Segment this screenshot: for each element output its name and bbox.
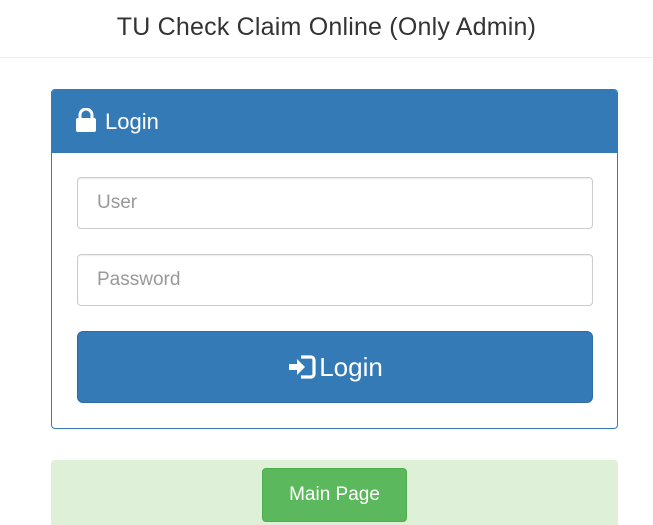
page-header: TU Check Claim Online (Only Admin) <box>0 0 653 58</box>
log-in-icon <box>287 354 317 380</box>
main-page-alert: Main Page <box>51 460 618 525</box>
lock-icon <box>75 107 97 132</box>
login-button[interactable]: Login <box>77 331 593 403</box>
user-input[interactable] <box>77 177 593 229</box>
login-button-label: Login <box>319 351 383 382</box>
main-page-button[interactable]: Main Page <box>262 468 407 522</box>
login-panel-title: Login <box>105 108 159 134</box>
password-input[interactable] <box>77 254 593 306</box>
page-title: TU Check Claim Online (Only Admin) <box>116 13 537 41</box>
login-panel: Login Login <box>51 89 618 429</box>
login-panel-heading: Login <box>52 90 617 153</box>
